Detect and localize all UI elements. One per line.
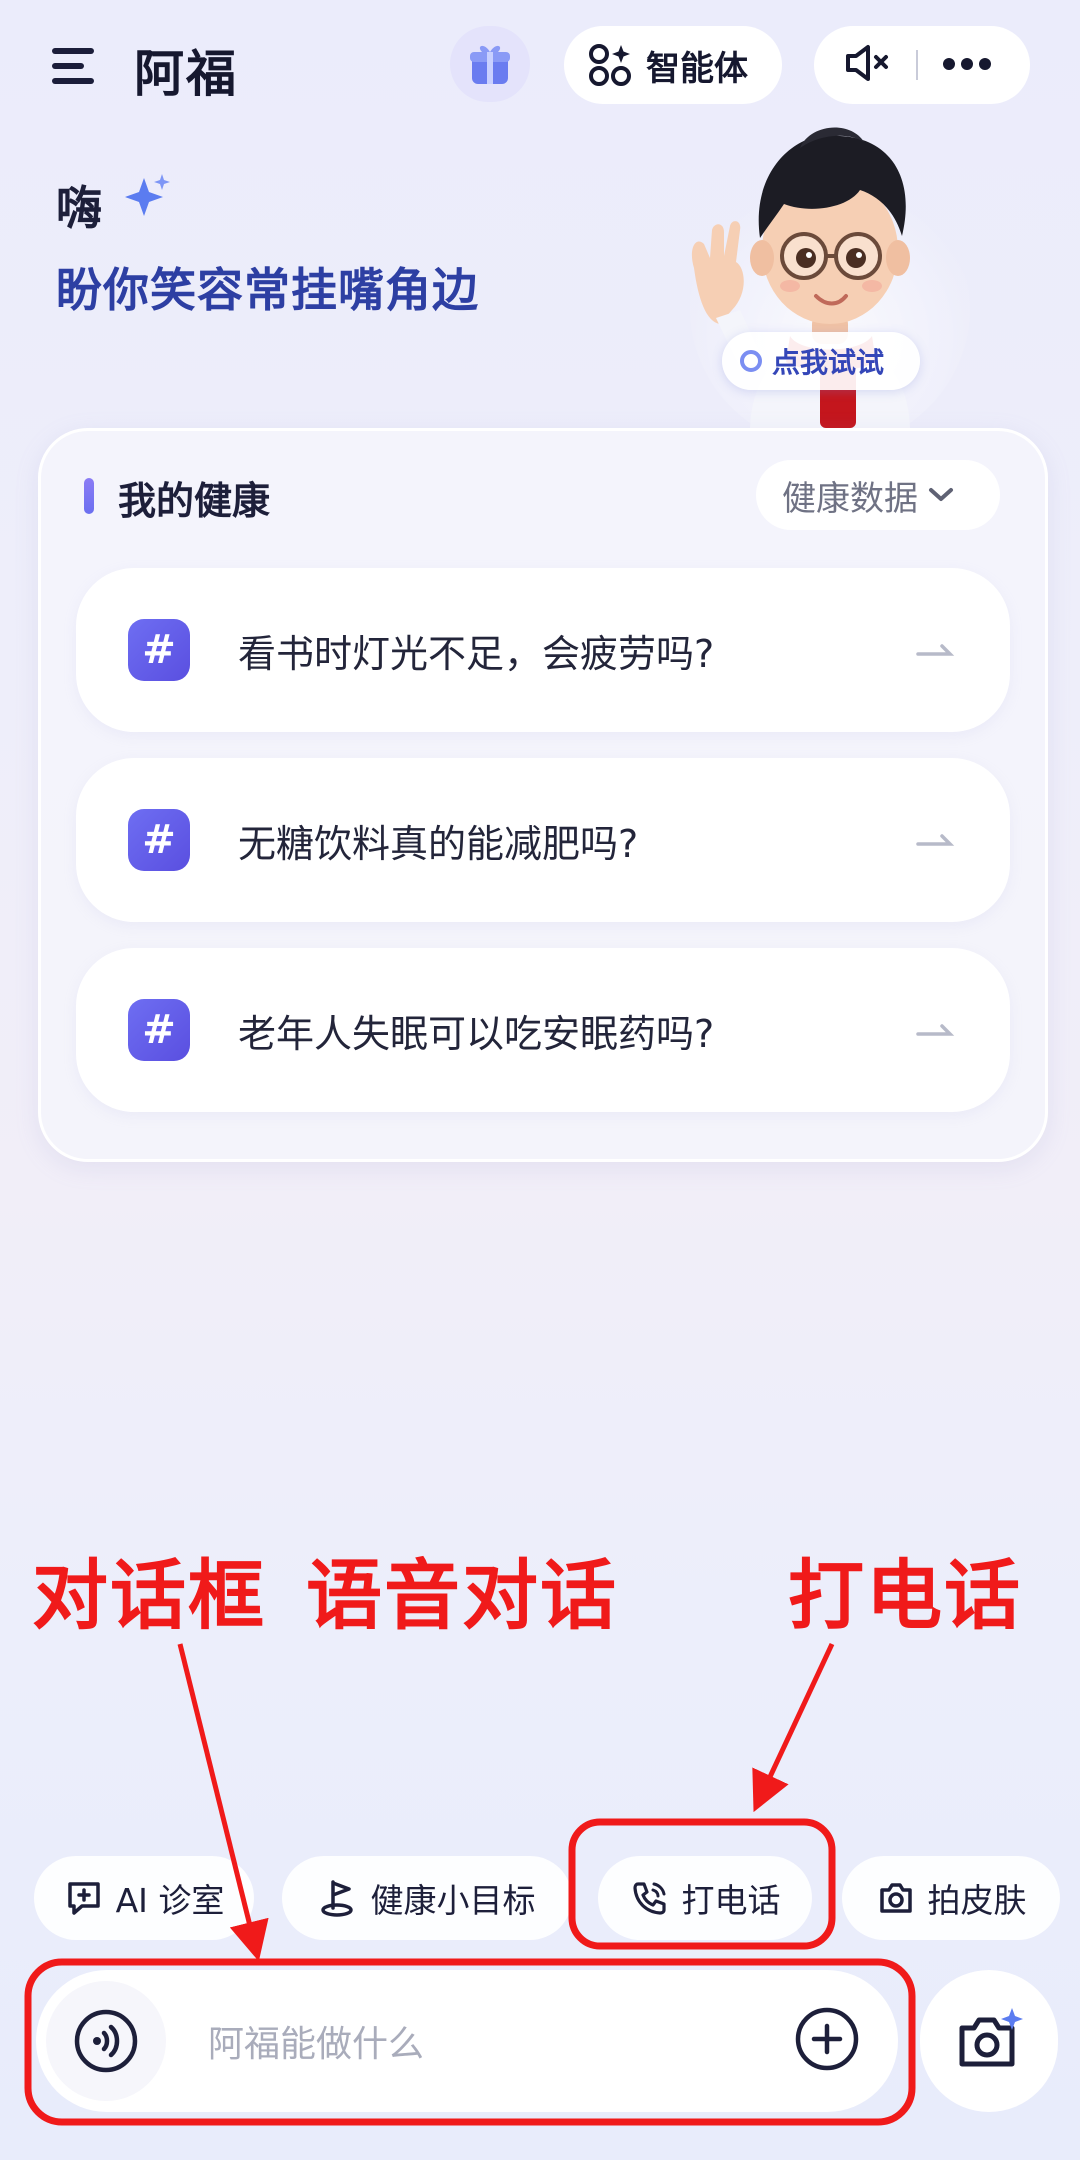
camera-icon [879, 1883, 912, 1913]
flag-target-icon [320, 1880, 353, 1917]
greeting-hi: 嗨 [56, 181, 102, 235]
question-item[interactable]: # 老年人失眠可以吃安眠药吗? [76, 948, 1010, 1112]
agent-grid-icon [589, 44, 631, 86]
annotation-dialog-box: 对话框 [32, 1551, 266, 1640]
gift-icon [470, 45, 510, 84]
annotation-phone-call: 打电话 [788, 1551, 1022, 1640]
camera-sparkle-icon [959, 2008, 1023, 2067]
greeting-subtitle: 盼你笑容常挂嘴角边 [56, 263, 479, 317]
hashtag-icon: # [128, 809, 190, 871]
arrow-right-icon [916, 644, 955, 656]
plus-circle-icon [795, 2007, 859, 2071]
health-title: 我的健康 [118, 479, 271, 523]
chip-label: 拍皮肤 [927, 1881, 1027, 1920]
phone-call-icon [632, 1882, 666, 1915]
radio-dot-icon [740, 350, 762, 372]
hashtag-icon: # [128, 999, 190, 1061]
chip-phone-call[interactable]: 打电话 [598, 1856, 812, 1940]
add-button[interactable] [794, 2006, 860, 2076]
menu-icon[interactable] [52, 44, 100, 88]
top-right-controls [814, 26, 1030, 104]
more-button[interactable] [942, 56, 992, 75]
app-title: 阿福 [134, 45, 238, 103]
annotation-voice-chat: 语音对话 [306, 1551, 618, 1640]
chat-input-box[interactable]: 阿福能做什么 [36, 1970, 898, 2112]
hashtag-icon: # [128, 619, 190, 681]
chip-health-goal[interactable]: 健康小目标 [282, 1856, 572, 1940]
question-item[interactable]: # 无糖饮料真的能减肥吗? [76, 758, 1010, 922]
health-data-label: 健康数据 [782, 478, 918, 519]
voice-wave-icon [74, 2009, 138, 2073]
arrow-right-icon [916, 834, 955, 846]
agent-label: 智能体 [646, 48, 748, 89]
try-me-label: 点我试试 [772, 346, 885, 379]
speaker-muted-icon [846, 45, 888, 81]
voice-chat-button[interactable] [46, 1981, 166, 2101]
chip-photo-skin[interactable]: 拍皮肤 [842, 1856, 1060, 1940]
agent-button[interactable]: 智能体 [564, 26, 782, 104]
chip-label: 健康小目标 [370, 1881, 536, 1920]
chat-input-placeholder[interactable]: 阿福能做什么 [208, 2015, 794, 2067]
question-text: 看书时灯光不足，会疲劳吗? [238, 631, 715, 676]
chip-label: 打电话 [681, 1881, 781, 1920]
chevron-down-icon [929, 488, 953, 501]
chat-plus-icon [67, 1882, 100, 1915]
question-item[interactable]: # 看书时灯光不足，会疲劳吗? [76, 568, 1010, 732]
more-dots-icon [943, 57, 991, 70]
divider [916, 50, 918, 80]
sparkle-icon [125, 174, 170, 216]
question-text: 老年人失眠可以吃安眠药吗? [238, 1011, 715, 1056]
chip-label: AI 诊室 [115, 1881, 225, 1920]
health-data-button[interactable]: 健康数据 [756, 460, 1000, 530]
mute-button[interactable] [844, 43, 892, 87]
question-text: 无糖饮料真的能减肥吗? [238, 821, 639, 866]
gift-button[interactable] [450, 26, 530, 102]
try-me-chip[interactable]: 点我试试 [722, 332, 920, 390]
health-title-accent [84, 478, 94, 514]
camera-button[interactable] [920, 1970, 1058, 2112]
chip-ai-clinic[interactable]: AI 诊室 [34, 1856, 254, 1940]
arrow-right-icon [916, 1024, 955, 1036]
